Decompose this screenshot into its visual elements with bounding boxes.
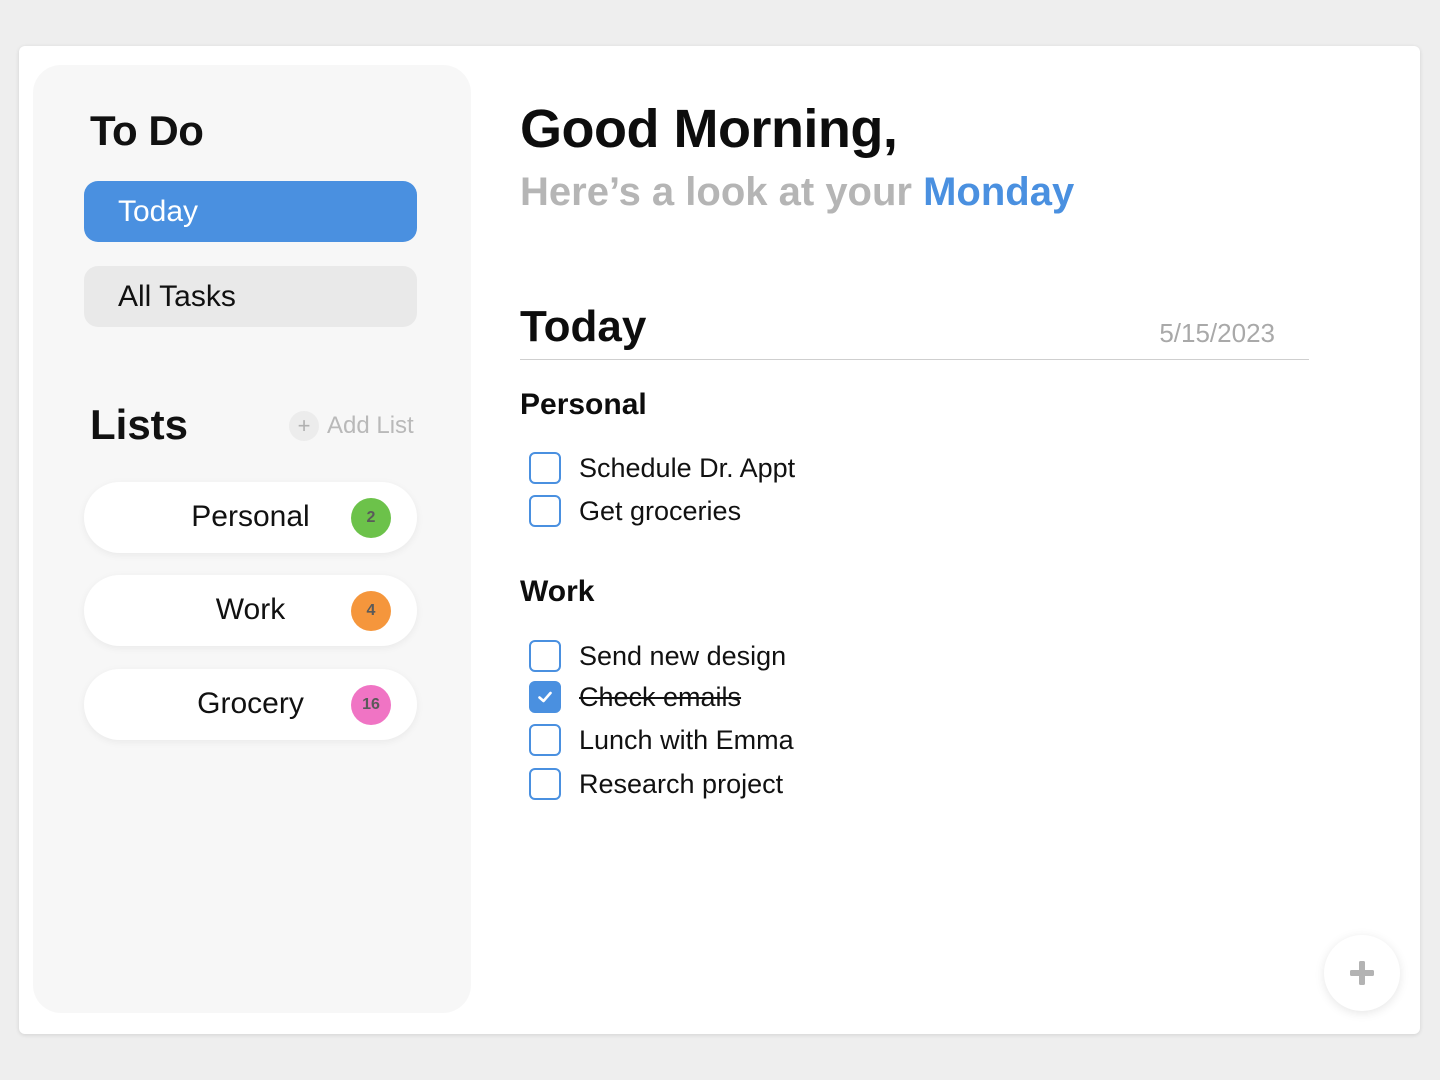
task-item[interactable]: Get groceries (529, 495, 741, 527)
check-icon (538, 691, 552, 703)
count-badge: 2 (351, 498, 391, 538)
greeting-heading: Good Morning, (520, 99, 898, 159)
plus-circle-icon: + (289, 411, 319, 441)
list-item-work[interactable]: Work 4 (84, 575, 417, 646)
lists-heading: Lists (90, 401, 189, 448)
task-item[interactable]: Lunch with Emma (529, 724, 794, 756)
checkbox[interactable] (529, 452, 561, 484)
checkbox[interactable] (529, 681, 561, 713)
plus-icon (1350, 961, 1374, 985)
list-item-personal[interactable]: Personal 2 (84, 482, 417, 553)
nav-today-button[interactable]: Today (84, 181, 417, 242)
section-date: 5/15/2023 (1159, 318, 1275, 348)
task-item[interactable]: Send new design (529, 640, 786, 672)
group-title-personal: Personal (520, 388, 647, 421)
sidebar: To Do Today All Tasks Lists + Add List P… (33, 65, 471, 1013)
subgreeting-day: Monday (923, 170, 1075, 214)
add-task-button[interactable] (1324, 935, 1400, 1011)
checkbox[interactable] (529, 640, 561, 672)
app-window: To Do Today All Tasks Lists + Add List P… (19, 46, 1420, 1034)
count-badge: 16 (351, 685, 391, 725)
task-item[interactable]: Research project (529, 768, 783, 800)
task-label: Schedule Dr. Appt (579, 452, 796, 483)
subgreeting: Here’s a look at your Monday (520, 170, 1074, 215)
task-label: Get groceries (579, 495, 742, 526)
count-badge: 4 (351, 591, 391, 631)
list-item-grocery[interactable]: Grocery 16 (84, 669, 417, 740)
task-label: Lunch with Emma (579, 724, 794, 755)
subgreeting-prefix: Here’s a look at your (520, 170, 924, 214)
task-label: Check emails (579, 681, 742, 712)
add-list-label: Add List (327, 412, 414, 439)
task-item[interactable]: Schedule Dr. Appt (529, 452, 795, 484)
task-item[interactable]: Check emails (529, 681, 741, 713)
checkbox[interactable] (529, 768, 561, 800)
nav-all-tasks-button[interactable]: All Tasks (84, 266, 417, 327)
task-label: Research project (579, 768, 784, 799)
add-list-button[interactable]: + Add List (289, 411, 414, 441)
task-label: Send new design (579, 640, 787, 671)
section-title: Today (520, 302, 647, 351)
group-title-work: Work (520, 575, 595, 608)
checkbox[interactable] (529, 724, 561, 756)
app-title: To Do (90, 107, 204, 154)
checkbox[interactable] (529, 495, 561, 527)
divider (520, 359, 1309, 360)
